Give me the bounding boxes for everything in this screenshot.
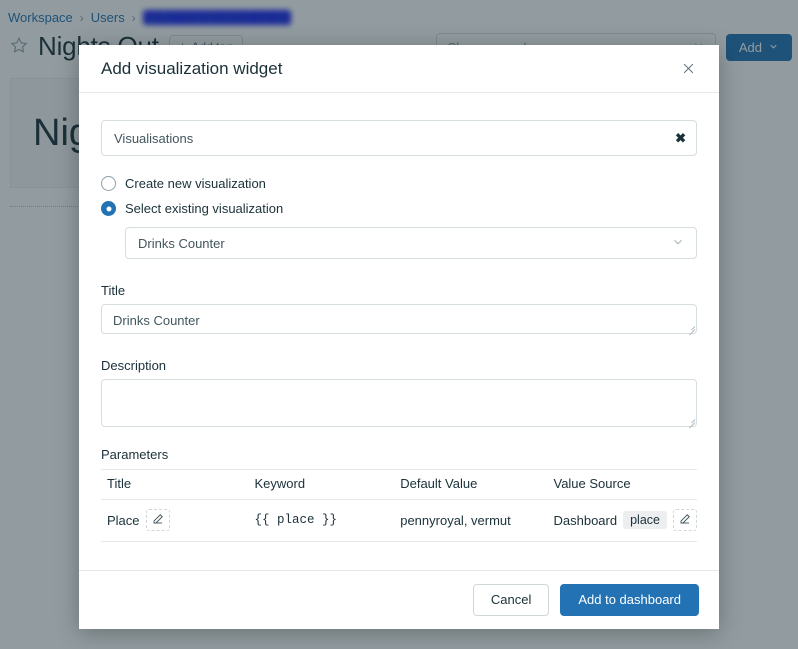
parameters-label: Parameters: [101, 447, 169, 462]
add-visualization-widget-dialog: Add visualization widget ✖ Create new vi…: [79, 45, 719, 629]
dialog-title: Add visualization widget: [101, 58, 283, 78]
search-row: ✖: [101, 120, 697, 156]
radio-label: Select existing visualization: [125, 201, 284, 216]
description-field-wrap: [101, 379, 697, 429]
existing-visualization-select[interactable]: Drinks Counter: [125, 227, 697, 259]
radio-label: Create new visualization: [125, 176, 266, 191]
description-input[interactable]: [101, 379, 697, 427]
cell-parameter-value-source: Dashboard place: [547, 499, 697, 542]
parameters-table: Title Keyword Default Value Value Source…: [101, 469, 697, 542]
pencil-icon: [679, 513, 691, 528]
existing-visualization-value: Drinks Counter: [138, 235, 225, 251]
cell-parameter-default-value: pennyroyal, vermut: [394, 499, 548, 542]
dialog-body: ✖ Create new visualization Select existi…: [79, 93, 719, 570]
column-header-keyword: Keyword: [248, 469, 395, 500]
close-icon[interactable]: [677, 58, 699, 80]
parameter-title-text: Place: [107, 512, 140, 528]
add-to-dashboard-button[interactable]: Add to dashboard: [560, 583, 699, 616]
edit-parameter-title-button[interactable]: [145, 509, 170, 531]
clear-icon[interactable]: ✖: [675, 132, 686, 145]
dialog-footer: Cancel Add to dashboard: [79, 569, 719, 629]
title-field-wrap: [101, 304, 697, 336]
cell-parameter-title: Place: [101, 499, 249, 542]
value-source-chip: place: [623, 511, 667, 529]
cell-parameter-keyword: {{ place }}: [248, 499, 395, 542]
radio-icon-selected: [101, 201, 116, 216]
chevron-down-icon: [671, 235, 685, 252]
column-header-title: Title: [101, 469, 249, 500]
column-header-default-value: Default Value: [394, 469, 548, 500]
value-source-text: Dashboard: [553, 512, 618, 528]
dialog-header: Add visualization widget: [79, 45, 719, 93]
radio-icon: [101, 176, 116, 191]
description-field-label: Description: [101, 358, 167, 373]
title-field-label: Title: [101, 283, 126, 298]
title-input[interactable]: [101, 304, 697, 334]
visualization-search-input[interactable]: [101, 120, 697, 156]
table-header-row: Title Keyword Default Value Value Source: [101, 469, 697, 500]
table-row: Place {{ place }} pennyroyal, vermut Das…: [101, 499, 697, 542]
edit-value-source-button[interactable]: [672, 509, 697, 531]
cancel-button[interactable]: Cancel: [472, 583, 550, 616]
radio-select-existing-visualization[interactable]: Select existing visualization: [101, 201, 697, 216]
pencil-icon: [152, 513, 164, 528]
column-header-value-source: Value Source: [547, 469, 697, 500]
radio-create-new-visualization[interactable]: Create new visualization: [101, 176, 697, 191]
